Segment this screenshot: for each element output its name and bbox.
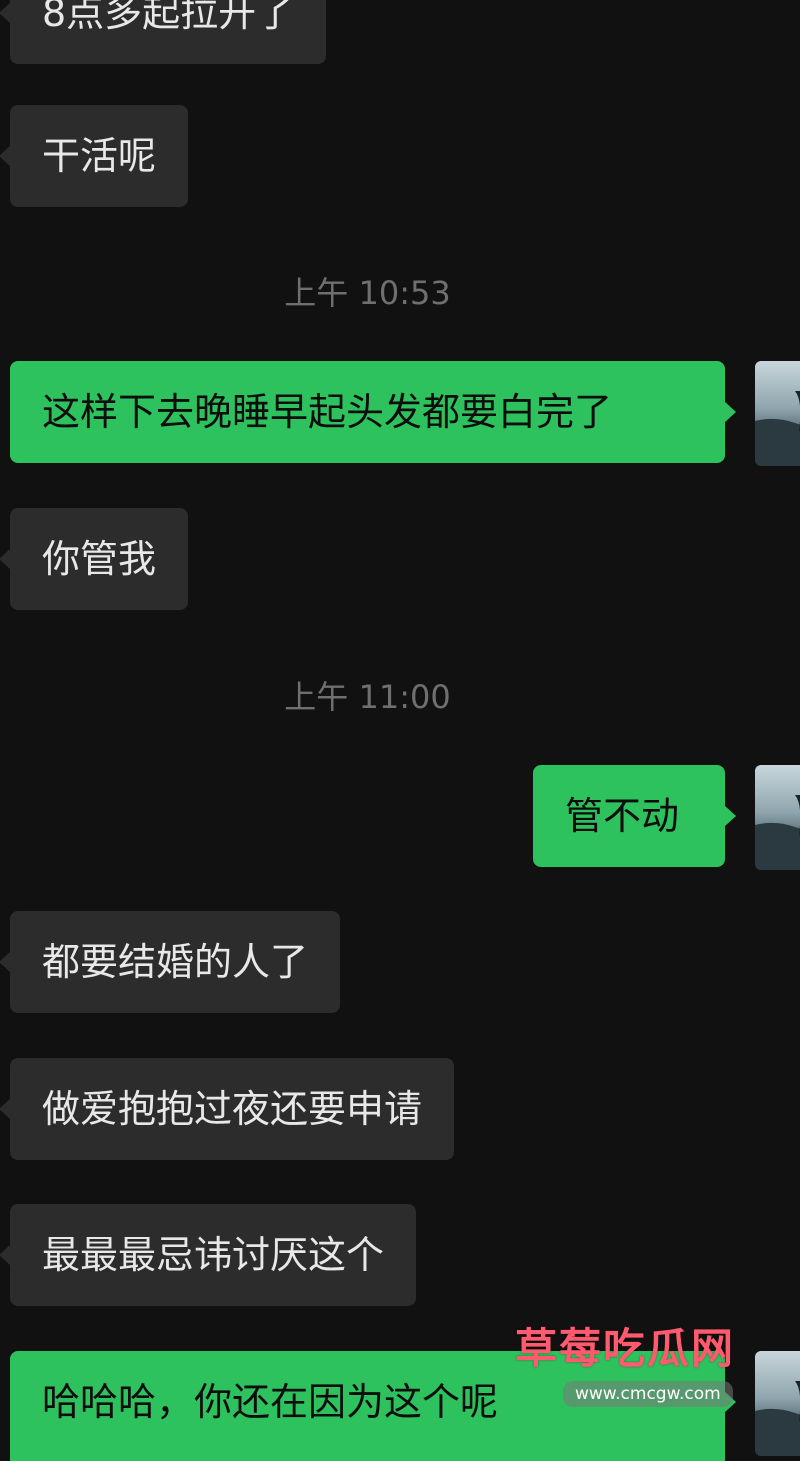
avatar-image <box>755 795 800 870</box>
timestamp: 上午 11:00 <box>284 678 451 716</box>
message-incoming[interactable]: 你管我 <box>0 508 189 610</box>
watermark: 草莓吃瓜网 www.cmcgw.com <box>515 1323 795 1423</box>
message-text: 做爱抱抱过夜还要申请 <box>42 1087 423 1131</box>
message-text: 8点多起拉开了 <box>42 0 295 35</box>
message-text: 你管我 <box>42 537 157 581</box>
message-text: 管不动 <box>565 794 680 838</box>
message-incoming[interactable]: 8点多起拉开了 <box>0 0 327 64</box>
message-text: 这样下去晚睡早起头发都要白完了 <box>42 390 613 434</box>
message-text: 都要结婚的人了 <box>42 940 309 984</box>
avatar[interactable] <box>755 765 800 870</box>
message-incoming[interactable]: 做爱抱抱过夜还要申请 <box>0 1058 455 1160</box>
message-text: 干活呢 <box>42 134 157 178</box>
message-text: 哈哈哈，你还在因为这个呢 <box>42 1380 499 1424</box>
message-outgoing[interactable]: 这样下去晚睡早起头发都要白完了 <box>10 361 736 463</box>
timestamp: 上午 10:53 <box>284 274 451 312</box>
avatar[interactable] <box>755 361 800 466</box>
message-incoming[interactable]: 干活呢 <box>0 105 189 207</box>
message-text: 最最最忌讳讨厌这个 <box>42 1233 385 1277</box>
chat-view: 8点多起拉开了 干活呢 上午 10:53 这样下去晚睡早起头发都要白完了 你管我… <box>0 0 800 1461</box>
message-incoming[interactable]: 最最最忌讳讨厌这个 <box>0 1204 417 1306</box>
avatar-image <box>755 391 800 466</box>
message-outgoing[interactable]: 管不动 <box>533 765 736 867</box>
watermark-title: 草莓吃瓜网 <box>515 1324 736 1373</box>
watermark-url: www.cmcgw.com <box>563 1381 733 1407</box>
message-incoming[interactable]: 都要结婚的人了 <box>0 911 341 1013</box>
